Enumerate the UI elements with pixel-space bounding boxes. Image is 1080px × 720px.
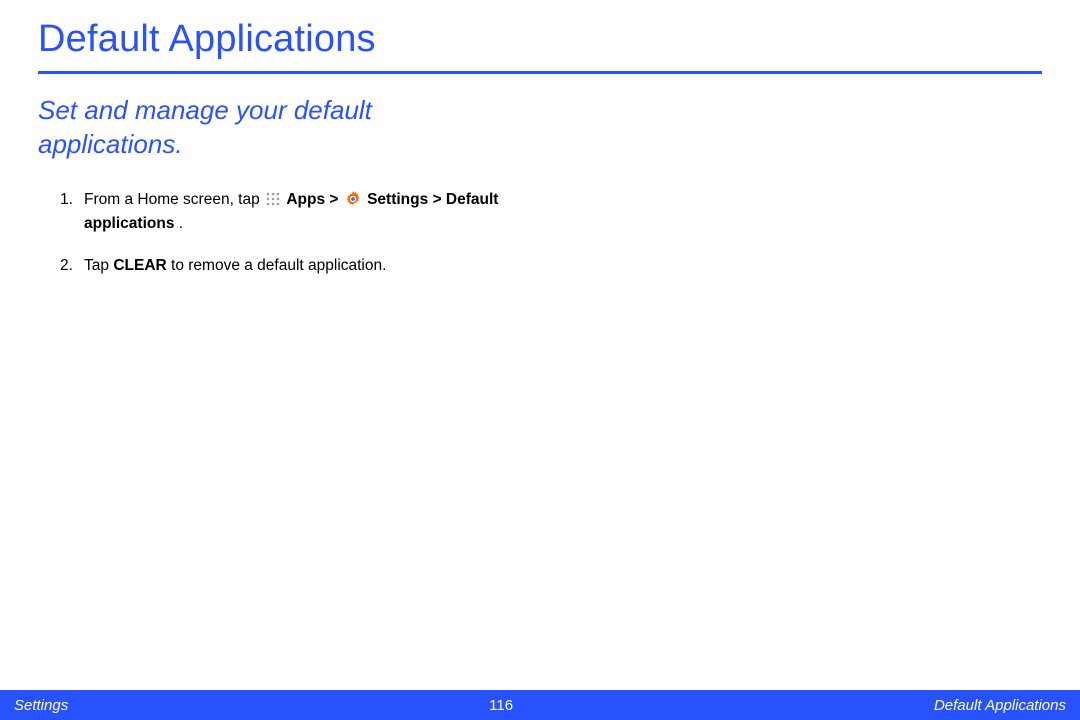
steps-list: 1. From a Home screen, tap Apps >: [0, 182, 1080, 278]
step-1-separator-1: >: [329, 191, 342, 208]
step-2-text-a: Tap: [84, 257, 113, 274]
step-1-text-a: From a Home screen, tap: [84, 191, 264, 208]
step-1-separator-2: >: [433, 191, 446, 208]
page-footer: Settings 116 Default Applications: [0, 690, 1080, 720]
step-2-number: 2.: [60, 254, 73, 278]
footer-page-title: Default Applications: [934, 697, 1066, 714]
title-underline: [38, 71, 1042, 74]
settings-gear-icon: [345, 191, 361, 207]
step-2-text-b: to remove a default application.: [171, 257, 386, 274]
step-1-settings-label: Settings: [367, 191, 428, 208]
step-2: 2. Tap CLEAR to remove a default applica…: [60, 254, 580, 278]
step-1-period: .: [179, 215, 183, 232]
page-subtitle: Set and manage your default applications…: [0, 90, 560, 182]
page-title: Default Applications: [0, 0, 1080, 71]
step-1-apps-label: Apps: [286, 191, 325, 208]
step-1-number: 1.: [60, 188, 73, 212]
step-2-clear-label: CLEAR: [113, 257, 166, 274]
footer-page-number: 116: [489, 697, 513, 714]
apps-grid-icon: [266, 190, 280, 204]
step-1: 1. From a Home screen, tap Apps >: [60, 188, 580, 236]
footer-section-label: Settings: [14, 697, 68, 714]
